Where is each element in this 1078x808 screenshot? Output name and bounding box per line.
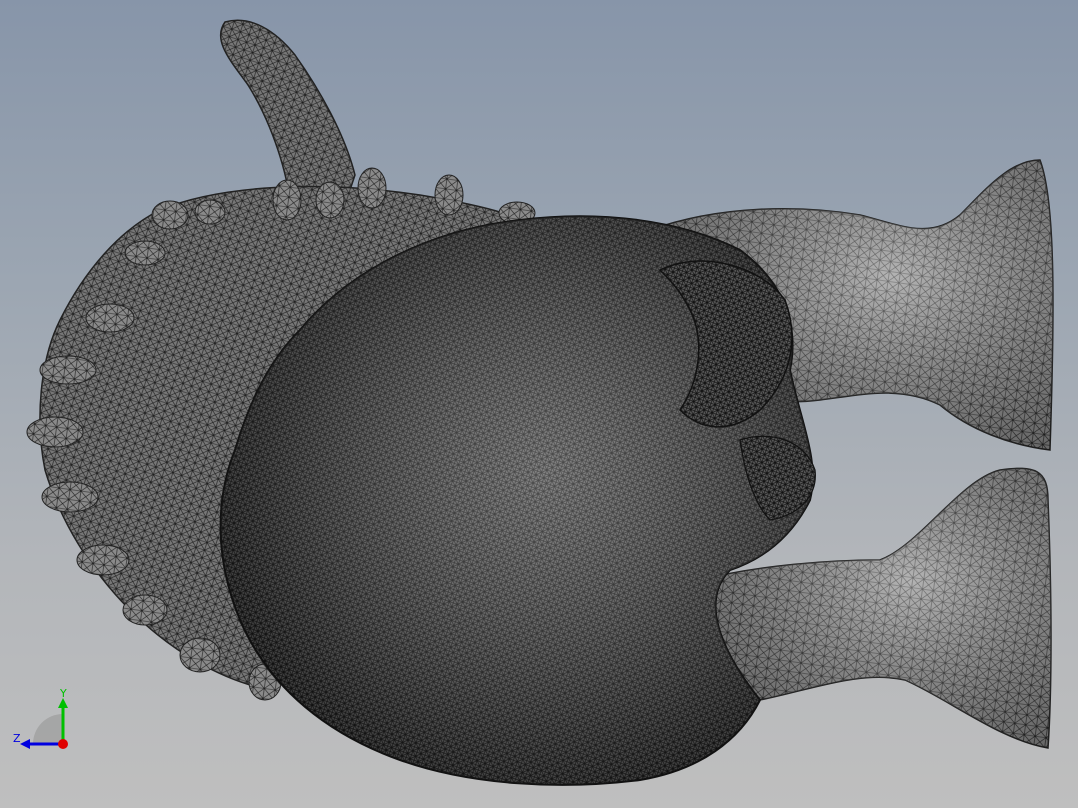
graphics-viewport[interactable]: Y Z (0, 0, 1078, 808)
triceratops-mesh-model[interactable] (0, 0, 1078, 808)
x-axis-dot (58, 739, 68, 749)
orientation-triad[interactable]: Y Z (10, 686, 80, 756)
horn (219, 19, 356, 206)
y-axis-label: Y (59, 687, 67, 700)
z-axis-arrow-icon (20, 739, 30, 749)
z-axis-label: Z (13, 732, 21, 745)
triad-quadrant (33, 714, 63, 744)
